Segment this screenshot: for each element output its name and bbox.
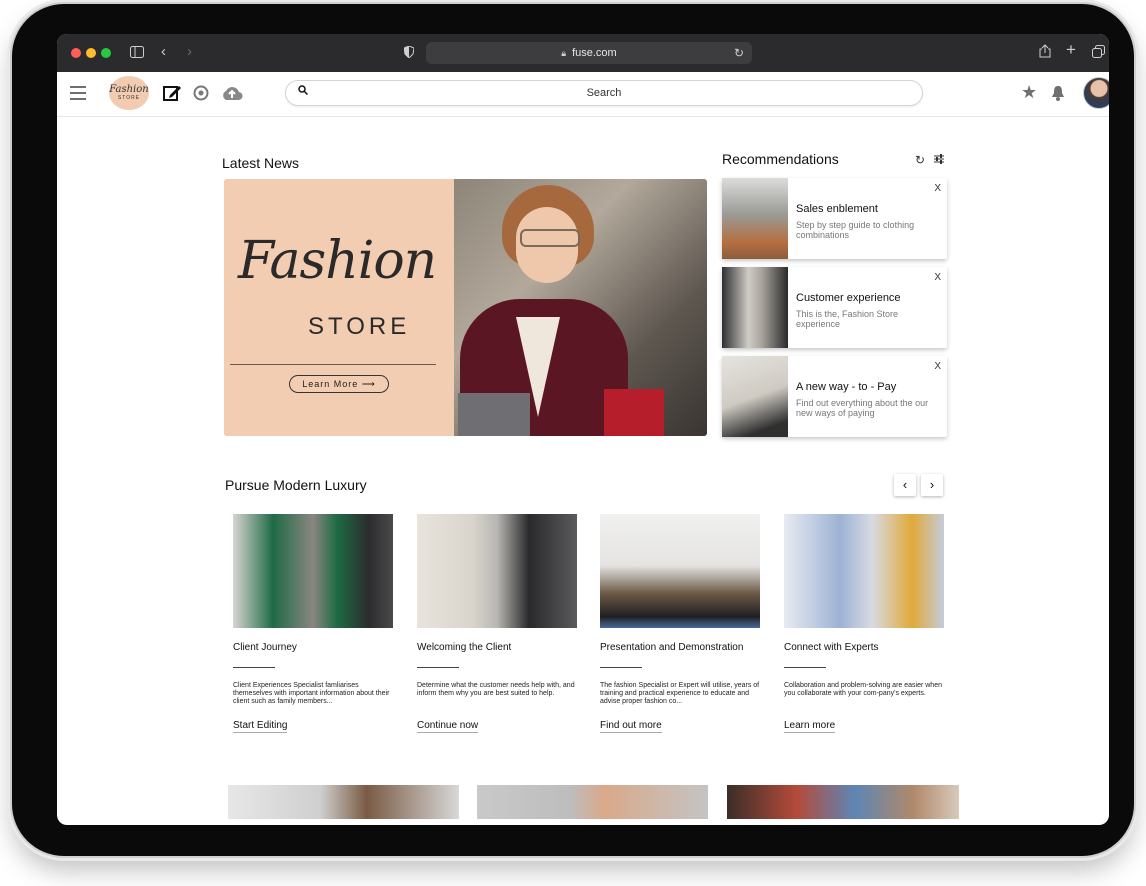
card-title: Connect with Experts — [784, 642, 879, 653]
latest-news-title: Latest News — [222, 155, 300, 171]
card-desc: Determine what the customer needs help w… — [417, 682, 575, 697]
card-title: Presentation and Demonstration — [600, 642, 744, 653]
cloud-upload-icon[interactable] — [221, 85, 243, 106]
recommendation-title: Sales enblement — [796, 203, 878, 215]
recommendations-title: Recommendations — [722, 151, 839, 167]
back-icon[interactable]: ‹ — [161, 44, 166, 59]
start-editing-link[interactable]: Start Editing — [233, 720, 288, 733]
sidebar-toggle-icon[interactable] — [130, 46, 144, 60]
recommendation-desc: Find out everything about the our new wa… — [796, 398, 929, 418]
search-input[interactable]: Search — [285, 80, 923, 106]
app-header: Fashion STORE Search ★ — [57, 72, 1109, 117]
refresh-icon[interactable]: ↻ — [915, 153, 925, 167]
lock-icon: 🔒︎ — [561, 47, 567, 58]
close-icon[interactable]: X — [934, 361, 941, 372]
minimize-window-button[interactable] — [86, 48, 96, 58]
notifications-bell-icon[interactable] — [1051, 85, 1065, 101]
recommendation-card[interactable]: Customer experience This is the, Fashion… — [722, 267, 947, 348]
bottom-card-image[interactable] — [477, 785, 708, 819]
hero-store-text: STORE — [308, 313, 411, 340]
recommendation-card[interactable]: A new way - to - Pay Find out everything… — [722, 356, 947, 437]
luxury-card[interactable]: Welcoming the Client Determine what the … — [417, 514, 577, 733]
card-desc: The fashion Specialist or Expert will ut… — [600, 682, 760, 705]
recommendation-title: Customer experience — [796, 292, 901, 304]
card-image — [784, 514, 944, 628]
logo-script: Fashion — [109, 84, 149, 95]
card-desc: Client Experiences Specialist famliarise… — [233, 682, 390, 705]
card-divider — [417, 667, 459, 668]
menu-icon[interactable] — [70, 86, 86, 100]
close-window-button[interactable] — [71, 48, 81, 58]
carousel-next-button[interactable]: › — [921, 474, 943, 496]
recommendation-image — [722, 267, 788, 348]
luxury-card[interactable]: Connect with Experts Collaboration and p… — [784, 514, 944, 733]
tablet-frame: ‹ › 🔒︎ fuse.com ↻ + Fashion STORE Search… — [12, 4, 1134, 856]
learn-more-link[interactable]: Learn more — [784, 720, 836, 733]
hero-photo — [454, 179, 707, 436]
card-image — [600, 514, 760, 628]
edit-icon[interactable] — [163, 84, 181, 106]
learn-more-label: Learn More — [302, 379, 359, 389]
favorites-star-icon[interactable]: ★ — [1021, 82, 1037, 103]
new-tab-icon[interactable]: + — [1066, 41, 1076, 58]
recommendation-actions: ↻ — [915, 153, 945, 167]
reload-icon[interactable]: ↻ — [734, 46, 744, 60]
target-icon[interactable] — [193, 85, 209, 106]
luxury-section-title: Pursue Modern Luxury — [225, 477, 367, 493]
filter-sliders-icon[interactable] — [934, 153, 945, 167]
luxury-card[interactable]: Presentation and Demonstration The fashi… — [600, 514, 760, 733]
user-avatar[interactable] — [1083, 77, 1109, 109]
zoom-window-button[interactable] — [101, 48, 111, 58]
card-divider — [784, 667, 826, 668]
browser-toolbar: ‹ › 🔒︎ fuse.com ↻ + — [57, 34, 1109, 72]
card-title: Welcoming the Client — [417, 642, 512, 653]
search-placeholder: Search — [586, 87, 622, 99]
close-icon[interactable]: X — [934, 183, 941, 194]
card-title: Client Journey — [233, 642, 297, 653]
shield-icon[interactable] — [403, 45, 415, 60]
hero-banner[interactable]: Fashion STORE Learn More ⟶ — [224, 179, 707, 436]
continue-now-link[interactable]: Continue now — [417, 720, 479, 733]
hero-script-text: Fashion — [238, 231, 437, 291]
url-text: fuse.com — [572, 47, 617, 59]
recommendation-desc: Step by step guide to clothing combinati… — [796, 220, 915, 240]
recommendation-title: A new way - to - Pay — [796, 381, 897, 393]
forward-icon[interactable]: › — [187, 44, 192, 59]
card-divider — [600, 667, 642, 668]
close-icon[interactable]: X — [934, 272, 941, 283]
recommendation-image — [722, 356, 788, 437]
hero-divider — [230, 364, 436, 365]
carousel-prev-button[interactable]: ‹ — [894, 474, 916, 496]
card-image — [417, 514, 577, 628]
luxury-card[interactable]: Client Journey Client Experiences Specia… — [233, 514, 393, 733]
card-image — [233, 514, 393, 628]
fashion-store-logo[interactable]: Fashion STORE — [109, 76, 149, 110]
share-icon[interactable] — [1039, 44, 1051, 60]
card-divider — [233, 667, 275, 668]
recommendation-desc: This is the, Fashion Store experience — [796, 309, 899, 329]
bottom-card-image[interactable] — [228, 785, 459, 819]
hero-brand-panel: Fashion STORE Learn More ⟶ — [224, 179, 454, 436]
tabs-overview-icon[interactable] — [1092, 45, 1105, 60]
address-bar[interactable]: 🔒︎ fuse.com ↻ — [426, 42, 752, 64]
recommendation-image — [722, 178, 788, 259]
learn-more-button[interactable]: Learn More ⟶ — [289, 375, 389, 393]
find-out-more-link[interactable]: Find out more — [600, 720, 662, 733]
screen: ‹ › 🔒︎ fuse.com ↻ + Fashion STORE Search… — [57, 34, 1109, 825]
recommendation-card[interactable]: Sales enblement Step by step guide to cl… — [722, 178, 947, 259]
bottom-card-image[interactable] — [727, 785, 959, 819]
logo-store: STORE — [117, 95, 141, 101]
card-desc: Collaboration and problem-solving are ea… — [784, 682, 942, 697]
